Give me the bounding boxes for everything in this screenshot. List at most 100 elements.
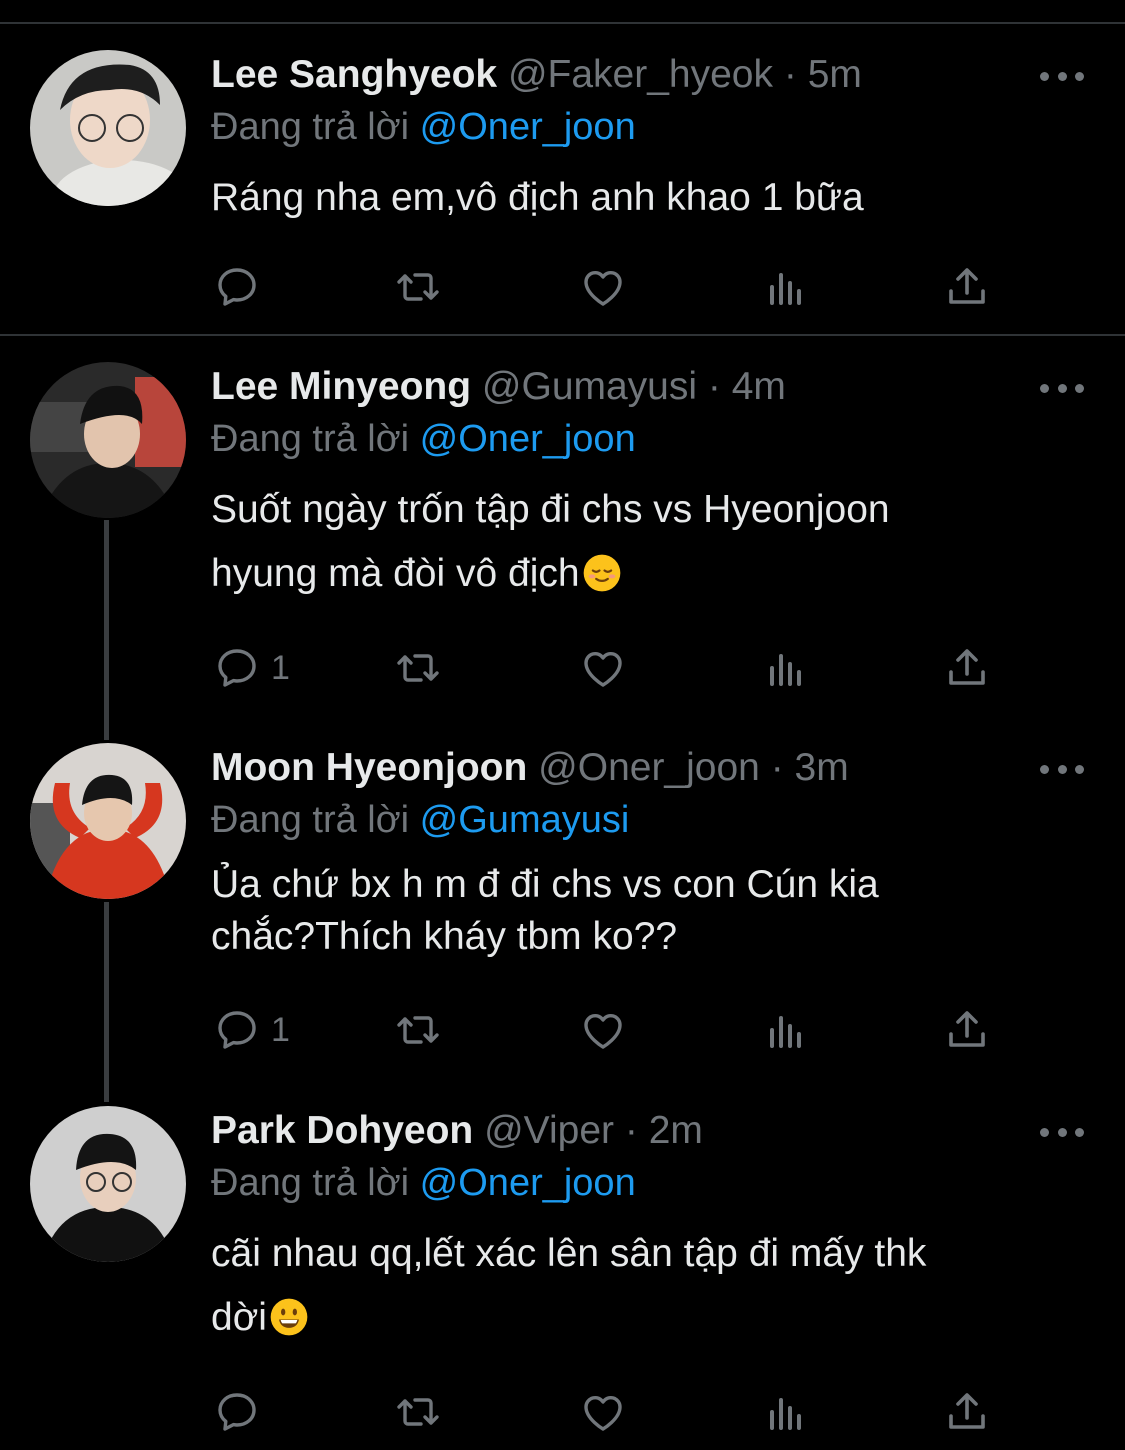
reply-icon (213, 1388, 261, 1436)
like-icon (579, 1388, 627, 1436)
tweet-text-line: dời (211, 1296, 267, 1339)
reply-button[interactable] (213, 257, 271, 317)
reply-prefix: Đang trả lời (211, 106, 410, 148)
retweet-icon (394, 263, 442, 311)
action-bar: 1 (0, 1000, 1125, 1060)
retweet-button[interactable] (394, 257, 442, 317)
top-divider (0, 22, 1125, 24)
timestamp[interactable]: 2m (649, 1109, 703, 1152)
avatar[interactable] (30, 743, 186, 899)
user-handle[interactable]: @Viper (484, 1109, 614, 1152)
retweet-button[interactable] (394, 1382, 442, 1442)
retweet-icon (394, 644, 442, 692)
separator: · (783, 53, 797, 96)
more-options-icon[interactable] (1040, 58, 1084, 94)
analytics-button[interactable] (762, 638, 810, 698)
reply-context: Đang trả lời @Oner_joon (211, 102, 636, 152)
reply-icon (213, 263, 261, 311)
reply-context: Đang trả lời @Oner_joon (211, 1158, 636, 1208)
share-icon (943, 644, 991, 692)
tweet[interactable]: Moon Hyeonjoon @Oner_joon · 3m Đang trả … (0, 743, 1125, 1083)
user-handle[interactable]: @Oner_joon (538, 746, 760, 789)
display-name[interactable]: Park Dohyeon (211, 1109, 473, 1152)
reply-prefix: Đang trả lời (211, 418, 410, 460)
share-icon (943, 1388, 991, 1436)
retweet-icon (394, 1006, 442, 1054)
action-bar (0, 257, 1125, 317)
like-icon (579, 1006, 627, 1054)
relieved-face-emoji (582, 553, 622, 593)
action-bar: 1 (0, 638, 1125, 698)
user-handle[interactable]: @Gumayusi (482, 365, 697, 408)
reply-icon (213, 1006, 261, 1054)
timestamp[interactable]: 5m (808, 53, 862, 96)
tweet-text-line: Ráng nha em,vô địch anh khao 1 bữa (211, 176, 864, 219)
avatar[interactable] (30, 50, 186, 206)
reply-button[interactable]: 1 (213, 1000, 290, 1060)
reply-mention-link[interactable]: @Oner_joon (420, 106, 636, 148)
tweet-text: Ráng nha em,vô địch anh khao 1 bữa (211, 166, 1071, 230)
analytics-button[interactable] (762, 1382, 810, 1442)
reply-prefix: Đang trả lời (211, 1162, 410, 1204)
reply-prefix: Đang trả lời (211, 799, 410, 841)
analytics-button[interactable] (762, 257, 810, 317)
display-name[interactable]: Lee Sanghyeok (211, 53, 497, 96)
analytics-icon (762, 1388, 810, 1436)
share-button[interactable] (943, 1382, 991, 1442)
separator: · (770, 746, 784, 789)
retweet-button[interactable] (394, 638, 442, 698)
reply-mention-link[interactable]: @Oner_joon (420, 418, 636, 460)
avatar[interactable] (30, 1106, 186, 1262)
like-button[interactable] (579, 1382, 627, 1442)
reply-context: Đang trả lời @Gumayusi (211, 795, 629, 845)
retweet-button[interactable] (394, 1000, 442, 1060)
share-icon (943, 263, 991, 311)
share-button[interactable] (943, 1000, 991, 1060)
like-button[interactable] (579, 1000, 627, 1060)
like-button[interactable] (579, 638, 627, 698)
display-name[interactable]: Lee Minyeong (211, 365, 471, 408)
more-options-icon[interactable] (1040, 751, 1084, 787)
timestamp[interactable]: 3m (795, 746, 849, 789)
reply-mention-link[interactable]: @Gumayusi (420, 799, 630, 841)
tweet-divider (0, 334, 1125, 336)
display-name[interactable]: Moon Hyeonjoon (211, 746, 527, 789)
like-icon (579, 644, 627, 692)
tweet[interactable]: Park Dohyeon @Viper · 2m Đang trả lời @O… (0, 1106, 1125, 1446)
tweet-text-line: Suốt ngày trốn tập đi chs vs Hyeonjoon (211, 488, 890, 531)
tweet[interactable]: Lee Sanghyeok @Faker_hyeok · 5m Đang trả… (0, 50, 1125, 330)
separator: · (707, 365, 721, 408)
reply-mention-link[interactable]: @Oner_joon (420, 1162, 636, 1204)
tweet-text-line: chắc?Thích kháy tbm ko?? (211, 915, 678, 958)
avatar[interactable] (30, 362, 186, 518)
separator: · (624, 1109, 638, 1152)
tweet-text: Ủa chứ bx h m đ đi chs vs con Cún kia ch… (211, 859, 1071, 963)
tweet-header: Park Dohyeon @Viper · 2m (211, 1106, 703, 1156)
timestamp[interactable]: 4m (732, 365, 786, 408)
more-options-icon[interactable] (1040, 370, 1084, 406)
user-handle[interactable]: @Faker_hyeok (508, 53, 773, 96)
analytics-icon (762, 263, 810, 311)
tweet-header: Lee Sanghyeok @Faker_hyeok · 5m (211, 50, 862, 100)
action-bar (0, 1382, 1125, 1442)
reply-button[interactable] (213, 1382, 271, 1442)
tweet-text-line: Ủa chứ bx h m đ đi chs vs con Cún kia (211, 863, 879, 906)
reply-button[interactable]: 1 (213, 638, 290, 698)
reply-count: 1 (271, 1010, 290, 1049)
retweet-icon (394, 1388, 442, 1436)
like-button[interactable] (579, 257, 627, 317)
analytics-button[interactable] (762, 1000, 810, 1060)
analytics-icon (762, 644, 810, 692)
tweet-text-line: cãi nhau qq,lết xác lên sân tập đi mấy t… (211, 1232, 927, 1275)
tweet-text: cãi nhau qq,lết xác lên sân tập đi mấy t… (211, 1222, 1071, 1350)
like-icon (579, 263, 627, 311)
tweet-header: Lee Minyeong @Gumayusi · 4m (211, 362, 786, 412)
tweet-text-line: hyung mà đòi vô địch (211, 552, 580, 595)
share-button[interactable] (943, 257, 991, 317)
share-button[interactable] (943, 638, 991, 698)
tweet[interactable]: Lee Minyeong @Gumayusi · 4m Đang trả lời… (0, 362, 1125, 722)
smiling-face-emoji (269, 1297, 309, 1337)
tweet-header: Moon Hyeonjoon @Oner_joon · 3m (211, 743, 849, 793)
share-icon (943, 1006, 991, 1054)
more-options-icon[interactable] (1040, 1114, 1084, 1150)
